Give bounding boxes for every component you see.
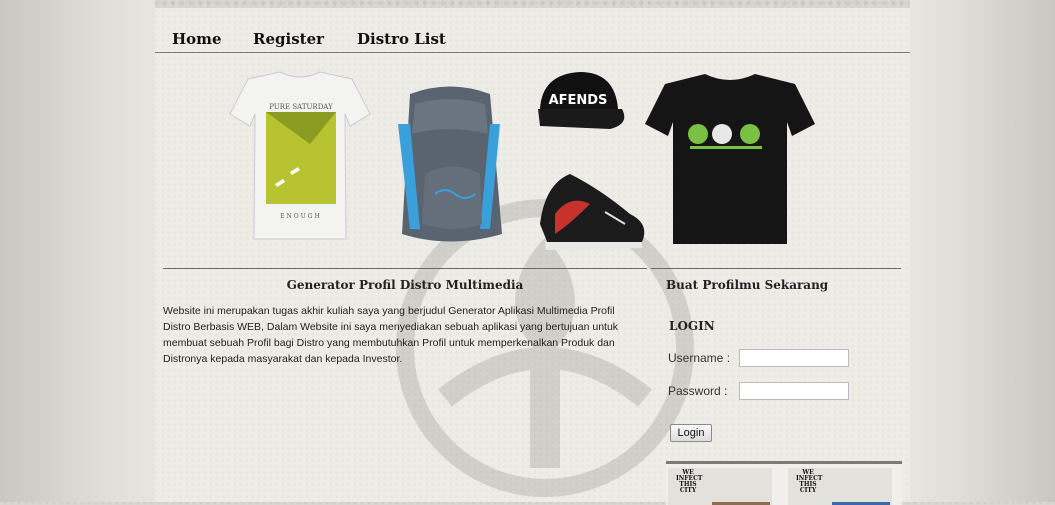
gallery-thumbnail-label: WE INFECT THIS CITY — [676, 469, 703, 494]
login-heading: LOGIN — [669, 319, 715, 333]
snapback-cap-image: AFENDS — [538, 72, 625, 129]
main-title: Generator Profil Distro Multimedia — [286, 278, 524, 292]
backpack-image — [398, 86, 502, 242]
cap-logo-text: AFENDS — [549, 93, 608, 108]
username-input[interactable] — [739, 349, 849, 367]
content-area: Home Register Distro List PURE SATURDAY … — [155, 8, 910, 505]
white-tshirt-image: PURE SATURDAY ENOUGH — [229, 71, 371, 240]
gallery-thumbnail[interactable]: WE INFECT THIS CITY — [788, 468, 892, 505]
black-tshirt-image — [645, 74, 815, 244]
gallery-thumbnail[interactable]: WE INFECT THIS CITY — [668, 468, 772, 505]
tshirt-top-text: PURE SATURDAY — [269, 103, 333, 111]
nav-home[interactable]: Home — [172, 30, 222, 48]
main-description: Website ini merupakan tugas akhir kuliah… — [163, 305, 619, 365]
page-background-left — [0, 0, 155, 502]
top-navigation: Home Register Distro List — [155, 8, 910, 53]
sneaker-image — [540, 174, 645, 250]
gallery-thumbnail-label: WE INFECT THIS CITY — [796, 469, 823, 494]
main-divider — [163, 268, 647, 269]
password-input[interactable] — [739, 382, 849, 400]
password-label: Password : — [668, 384, 728, 398]
sidebar-divider — [651, 268, 901, 269]
sidebar-title: Buat Profilmu Sekarang — [666, 278, 829, 292]
product-banner: PURE SATURDAY ENOUGH AFENDS — [229, 71, 815, 250]
page-background-right — [910, 0, 1055, 502]
nav-distro-list[interactable]: Distro List — [357, 30, 446, 48]
tshirt-bottom-text: ENOUGH — [280, 213, 322, 220]
login-button[interactable]: Login — [670, 424, 712, 442]
distro-gallery: WE INFECT THIS CITY WE INFECT THIS CITY — [666, 461, 902, 505]
nav-register[interactable]: Register — [253, 30, 324, 48]
username-label: Username : — [668, 351, 731, 365]
